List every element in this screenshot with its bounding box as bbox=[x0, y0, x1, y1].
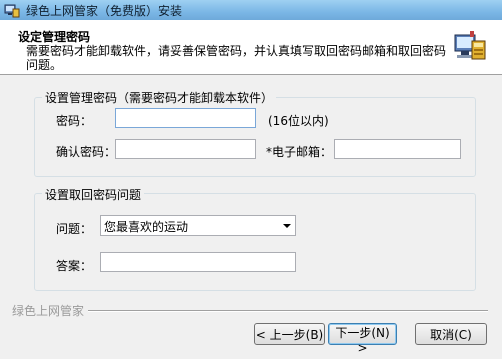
question-label: 问题： bbox=[56, 222, 93, 236]
recovery-group-title: 设置取回密码问题 bbox=[42, 186, 145, 203]
title-bar: 绿色上网管家（免费版）安装 bbox=[0, 0, 502, 20]
installer-icon bbox=[4, 4, 20, 18]
answer-label: 答案： bbox=[56, 259, 93, 273]
question-select[interactable]: 您最喜欢的运动 bbox=[100, 215, 296, 236]
password-label: 密码： bbox=[56, 114, 93, 128]
password-length-hint: (16位以内) bbox=[268, 114, 329, 128]
wizard-header: 设定管理密码 需要密码才能卸载软件，请妥善保管密码，并认真填写取回密码邮箱和取回… bbox=[0, 20, 502, 75]
window-title: 绿色上网管家（免费版）安装 bbox=[26, 4, 183, 18]
cancel-button[interactable]: 取消(C) bbox=[415, 323, 487, 345]
answer-input[interactable] bbox=[100, 252, 296, 272]
question-selected-value: 您最喜欢的运动 bbox=[104, 220, 189, 234]
email-label: *电子邮箱： bbox=[266, 145, 333, 159]
dropdown-arrow-icon[interactable] bbox=[283, 224, 291, 228]
back-button[interactable]: < 上一步(B) bbox=[254, 323, 325, 345]
confirm-password-label: 确认密码： bbox=[56, 145, 117, 159]
password-input[interactable] bbox=[115, 108, 256, 128]
password-group-title: 设置管理密码（需要密码才能卸载本软件） bbox=[42, 89, 277, 106]
page-title: 设定管理密码 bbox=[18, 30, 91, 44]
email-input[interactable] bbox=[334, 139, 461, 159]
confirm-password-input[interactable] bbox=[115, 139, 256, 159]
next-button[interactable]: 下一步(N) > bbox=[328, 323, 397, 355]
brand-text: 绿色上网管家 bbox=[12, 304, 85, 318]
recovery-group bbox=[34, 193, 476, 291]
footer-divider bbox=[88, 310, 488, 312]
setup-computer-icon bbox=[454, 31, 486, 60]
page-description: 需要密码才能卸载软件，请妥善保管密码，并认真填写取回密码邮箱和取回密码问题。 bbox=[26, 44, 447, 72]
